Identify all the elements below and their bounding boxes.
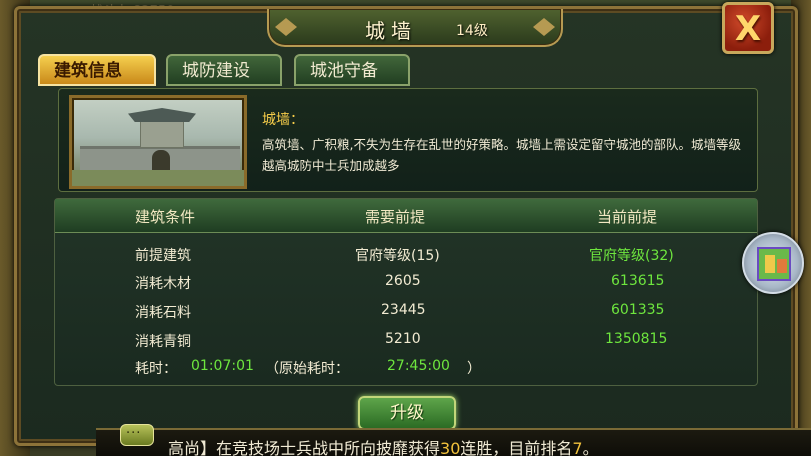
table-row: 消耗木材 2605 613615 [55, 269, 755, 297]
row-current: 官府等级(32) [589, 248, 674, 264]
row-label: 消耗石料 [135, 305, 191, 321]
ticker-rank: 7 [572, 439, 583, 456]
original-time-value: 27:45:00 [387, 358, 450, 374]
row-need: 23445 [381, 302, 426, 318]
time-value: 01:07:01 [191, 358, 254, 374]
header-current: 当前前提 [597, 208, 658, 226]
ticker-suffix: 。 [582, 439, 599, 456]
row-label: 消耗木材 [135, 276, 191, 292]
time-label: 耗时： [135, 361, 177, 377]
requirements-table: 建筑条件 需要前提 当前前提 前提建筑 官府等级(15) 官府等级(32) 消耗… [54, 198, 758, 386]
table-row: 前提建筑 官府等级(15) 官府等级(32) [55, 241, 755, 269]
chat-bubble-dots: ··· [126, 426, 142, 441]
row-label: 前提建筑 [135, 248, 191, 264]
toolbox-icon[interactable] [742, 232, 804, 294]
city-wall-image [69, 95, 247, 189]
title-plaque: 城墙 14级 [267, 9, 563, 47]
tab-city-garrison[interactable]: 城池守备 [294, 54, 410, 86]
building-level: 14级 [456, 23, 488, 39]
row-current: 601335 [611, 302, 665, 318]
tab-building-info[interactable]: 建筑信息 [38, 54, 156, 86]
tab-city-defense[interactable]: 城防建设 [166, 54, 282, 86]
original-time-label: （原始耗时： [265, 361, 349, 377]
building-info-box: 城墙： 高筑墙、广积粮,不失为生存在乱世的好策略。城墙上需设定留守城池的部队。城… [58, 88, 758, 192]
ticker-middle: 连胜，目前排名 [460, 439, 573, 456]
original-time-close: ） [467, 361, 481, 377]
ticker-message: 高尚】在竞技场士兵战中所向披靡获得30连胜，目前排名7。 [168, 435, 599, 456]
building-info-title: 城墙： [262, 112, 304, 128]
row-label: 消耗青铜 [135, 334, 191, 350]
table-header: 建筑条件 需要前提 当前前提 [55, 199, 757, 233]
toolbox-glyph [757, 247, 791, 281]
row-need: 2605 [385, 273, 421, 289]
table-row: 消耗青铜 5210 1350815 [55, 327, 755, 355]
row-need: 5210 [385, 331, 421, 347]
time-row: 耗时： 01:07:01 （原始耗时： 27:45:00 ） [55, 354, 755, 382]
row-need: 官府等级(15) [355, 248, 440, 264]
row-current: 1350815 [605, 331, 668, 347]
close-button[interactable]: X [722, 2, 774, 54]
upgrade-button[interactable]: 升级 [358, 396, 456, 430]
header-condition: 建筑条件 [135, 208, 196, 226]
building-description: 高筑墙、广积粮,不失为生存在乱世的好策略。城墙上需设定留守城池的部队。城墙等级越… [262, 137, 741, 173]
ticker-count: 30 [440, 439, 461, 456]
header-required: 需要前提 [365, 208, 426, 226]
row-current: 613615 [611, 273, 665, 289]
close-icon: X [734, 9, 762, 49]
chat-bubble-icon[interactable]: ··· [120, 424, 154, 446]
table-row: 消耗石料 23445 601335 [55, 298, 755, 326]
ticker-prefix: 高尚】在竞技场士兵战中所向披靡获得 [168, 439, 441, 456]
panel-title: 城墙 [365, 19, 417, 43]
